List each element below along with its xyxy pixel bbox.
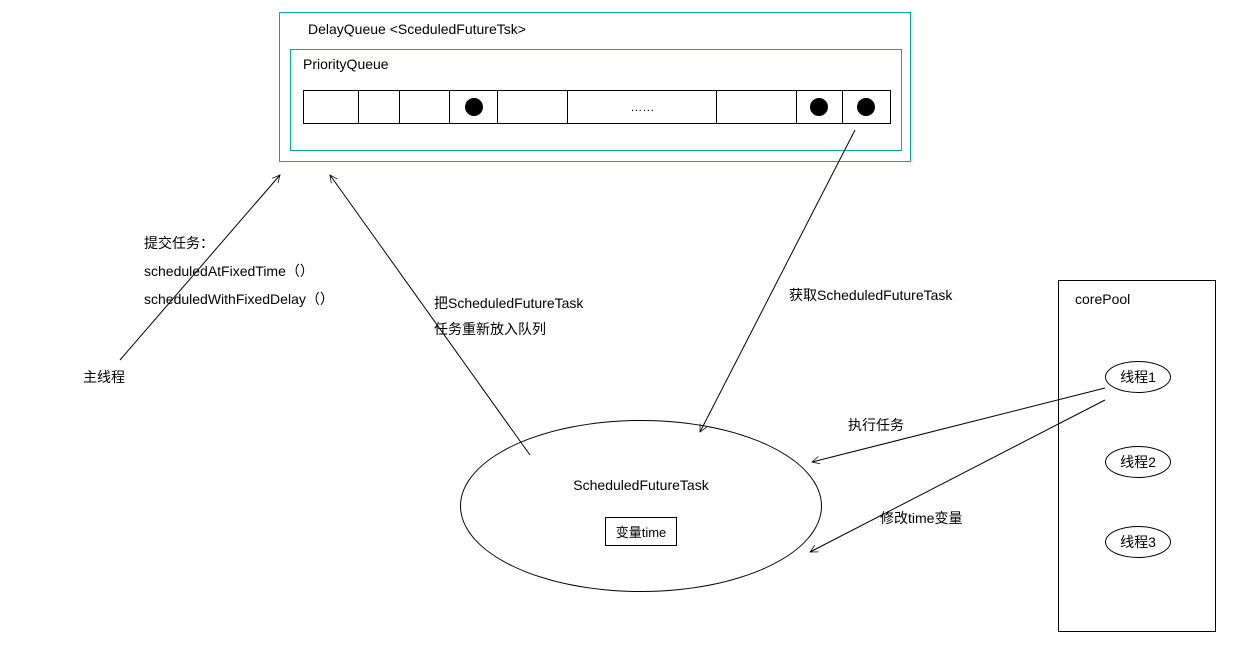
queue-ellipsis: ……	[568, 91, 717, 123]
thread-1-node: 线程1	[1105, 361, 1171, 393]
submit-method-2: scheduledWithFixedDelay（）	[144, 285, 334, 313]
queue-dot-icon	[810, 98, 828, 116]
queue-dot-icon	[857, 98, 875, 116]
thread-2-node: 线程2	[1105, 446, 1171, 478]
requeue-label: 把ScheduledFutureTask 任务重新放入队列	[434, 290, 583, 342]
queue-dot-icon	[465, 98, 483, 116]
scheduled-future-task-node: ScheduledFutureTask 变量time	[460, 420, 822, 592]
core-pool-box: corePool 线程1 线程2 线程3	[1058, 280, 1216, 632]
submit-task-block: 提交任务： scheduledAtFixedTime（） scheduledWi…	[144, 229, 334, 313]
delay-queue-box: DelayQueue <SceduledFutureTsk> PriorityQ…	[279, 12, 911, 162]
core-pool-title: corePool	[1075, 291, 1130, 307]
main-thread-label: 主线程	[83, 367, 125, 387]
scheduled-future-task-label: ScheduledFutureTask	[573, 477, 708, 493]
delay-queue-title: DelayQueue <SceduledFutureTsk>	[308, 21, 526, 37]
priority-queue-slots: ……	[303, 90, 891, 124]
thread-3-node: 线程3	[1105, 526, 1171, 558]
modify-time-label: 修改time变量	[880, 508, 962, 528]
priority-queue-label: PriorityQueue	[303, 56, 389, 72]
fetch-task-label: 获取ScheduledFutureTask	[789, 285, 952, 305]
submit-task-title: 提交任务：	[144, 229, 334, 257]
execute-task-label: 执行任务	[848, 415, 904, 435]
variable-time-box: 变量time	[605, 517, 678, 546]
priority-queue-box: PriorityQueue ……	[290, 49, 902, 151]
submit-method-1: scheduledAtFixedTime（）	[144, 257, 334, 285]
